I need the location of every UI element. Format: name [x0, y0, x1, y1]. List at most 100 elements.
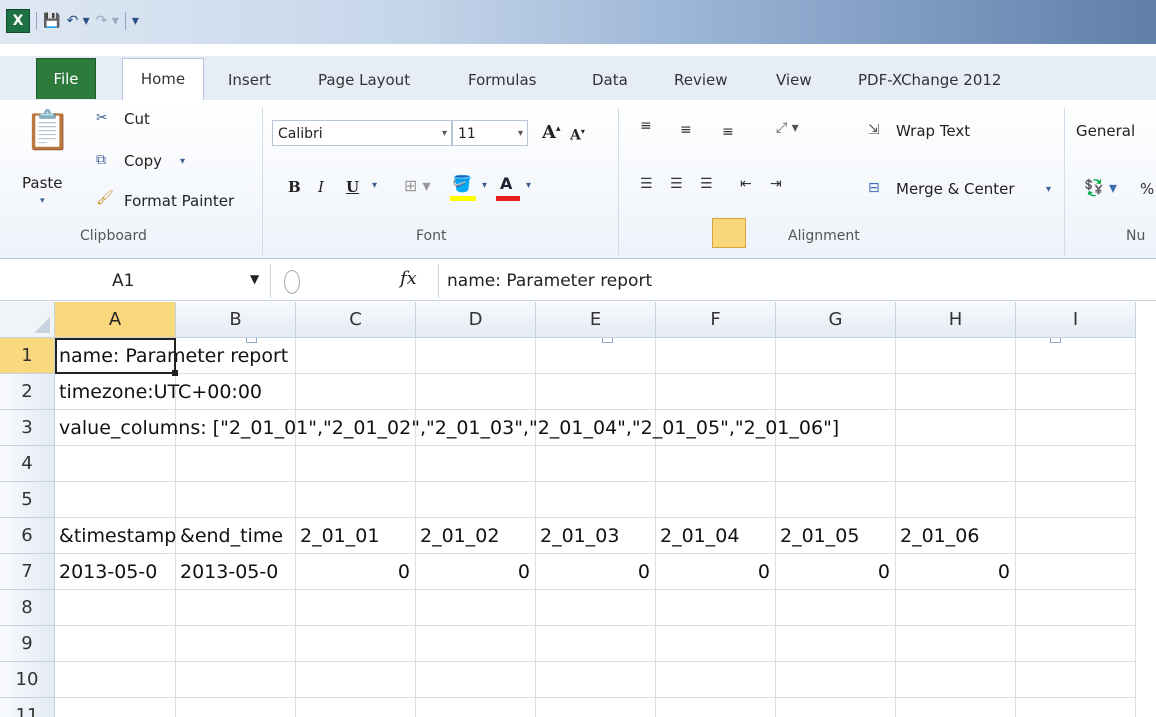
- cell[interactable]: [536, 626, 656, 662]
- column-header[interactable]: E: [536, 302, 656, 338]
- align-middle-icon[interactable]: ≡: [680, 122, 692, 138]
- cell[interactable]: [55, 482, 176, 518]
- cell[interactable]: [1016, 338, 1136, 374]
- cell[interactable]: [55, 662, 176, 698]
- font-size-combo[interactable]: 11 ▾: [452, 120, 528, 146]
- underline-button[interactable]: U: [346, 178, 359, 196]
- column-header[interactable]: D: [416, 302, 536, 338]
- cell[interactable]: [416, 698, 536, 717]
- cell[interactable]: [896, 338, 1016, 374]
- cell[interactable]: [896, 374, 1016, 410]
- cell[interactable]: [176, 590, 296, 626]
- excel-app-icon[interactable]: X: [6, 9, 30, 33]
- cell[interactable]: [656, 482, 776, 518]
- cell[interactable]: [896, 590, 1016, 626]
- cell[interactable]: [176, 662, 296, 698]
- merge-center-button[interactable]: Merge & Center: [896, 180, 1015, 198]
- cell[interactable]: [1016, 518, 1136, 554]
- cell[interactable]: [296, 698, 416, 717]
- shrink-font-icon[interactable]: A▾: [570, 126, 585, 144]
- row-header[interactable]: 1: [0, 338, 55, 374]
- undo-icon[interactable]: ↶ ▾: [66, 13, 89, 29]
- cell[interactable]: [296, 626, 416, 662]
- tab-view[interactable]: View: [776, 62, 812, 98]
- cell[interactable]: [656, 590, 776, 626]
- cell[interactable]: [416, 590, 536, 626]
- format-painter-button[interactable]: Format Painter: [124, 192, 234, 210]
- cell[interactable]: [296, 662, 416, 698]
- tab-review[interactable]: Review: [674, 62, 728, 98]
- cell[interactable]: [176, 446, 296, 482]
- cell[interactable]: [536, 590, 656, 626]
- cell[interactable]: [896, 446, 1016, 482]
- cell[interactable]: [776, 662, 896, 698]
- cell[interactable]: [416, 662, 536, 698]
- accounting-format-icon[interactable]: 💱 ▾: [1084, 178, 1117, 197]
- cell[interactable]: [416, 446, 536, 482]
- column-header[interactable]: G: [776, 302, 896, 338]
- number-format-combo[interactable]: General: [1076, 122, 1135, 140]
- cell[interactable]: [776, 698, 896, 717]
- orientation-icon[interactable]: ⤢ ▾: [776, 120, 799, 136]
- paste-icon[interactable]: 📋: [24, 108, 71, 153]
- align-left-icon[interactable]: ☰: [640, 176, 653, 192]
- cell[interactable]: [1016, 482, 1136, 518]
- merge-dropdown-icon[interactable]: ▾: [1046, 184, 1051, 195]
- copy-button[interactable]: Copy: [124, 152, 162, 170]
- cell[interactable]: [1016, 590, 1136, 626]
- spreadsheet-grid[interactable]: ABCDEFGHI 1 2 3 4 5 6 7 8 9 10 11 name: Parameter …: [0, 302, 1156, 717]
- cell[interactable]: [896, 698, 1016, 717]
- wrap-text-button[interactable]: Wrap Text: [896, 122, 970, 140]
- underline-dropdown-icon[interactable]: ▾: [372, 180, 377, 191]
- fill-handle[interactable]: [172, 370, 178, 376]
- select-all-corner[interactable]: [0, 302, 55, 338]
- row-header[interactable]: 2: [0, 374, 55, 410]
- cell[interactable]: [55, 446, 176, 482]
- borders-icon[interactable]: ⊞ ▾: [404, 176, 431, 195]
- cell[interactable]: [776, 482, 896, 518]
- row-header[interactable]: 7: [0, 554, 55, 590]
- column-header[interactable]: I: [1016, 302, 1136, 338]
- bold-button[interactable]: B: [288, 178, 301, 196]
- cell[interactable]: [1016, 446, 1136, 482]
- fill-color-icon[interactable]: 🪣: [452, 174, 472, 193]
- column-header[interactable]: B: [176, 302, 296, 338]
- cell[interactable]: [776, 590, 896, 626]
- cell[interactable]: [776, 626, 896, 662]
- tab-pdf-xchange[interactable]: PDF-XChange 2012: [858, 62, 1001, 98]
- row-header[interactable]: 4: [0, 446, 55, 482]
- cell[interactable]: [776, 338, 896, 374]
- cell[interactable]: [1016, 374, 1136, 410]
- cell[interactable]: [55, 626, 176, 662]
- row-header[interactable]: 9: [0, 626, 55, 662]
- cell[interactable]: [296, 482, 416, 518]
- percent-style-button[interactable]: %: [1140, 180, 1154, 198]
- grow-font-icon[interactable]: A▴: [542, 122, 561, 143]
- paste-dropdown-icon[interactable]: ▾: [40, 196, 45, 206]
- cell[interactable]: [536, 482, 656, 518]
- tab-data[interactable]: Data: [592, 62, 628, 98]
- cell[interactable]: [536, 698, 656, 717]
- align-bottom-button[interactable]: [712, 218, 746, 248]
- cell[interactable]: [656, 338, 776, 374]
- row-header[interactable]: 5: [0, 482, 55, 518]
- copy-dropdown-icon[interactable]: ▾: [180, 156, 185, 167]
- row-header[interactable]: 8: [0, 590, 55, 626]
- cell[interactable]: [1016, 626, 1136, 662]
- row-header[interactable]: 10: [0, 662, 55, 698]
- tab-formulas[interactable]: Formulas: [468, 62, 536, 98]
- increase-indent-icon[interactable]: ⇥: [770, 176, 782, 192]
- cell[interactable]: [656, 698, 776, 717]
- redo-icon[interactable]: ↷ ▾: [96, 13, 119, 29]
- cell[interactable]: [896, 626, 1016, 662]
- font-color-icon[interactable]: A: [500, 174, 512, 193]
- cell[interactable]: [776, 374, 896, 410]
- cell[interactable]: [176, 626, 296, 662]
- cell[interactable]: [536, 662, 656, 698]
- row-header[interactable]: 3: [0, 410, 55, 446]
- align-top-icon[interactable]: ≡: [640, 118, 652, 134]
- column-header[interactable]: A: [55, 302, 176, 338]
- cell[interactable]: [1016, 554, 1136, 590]
- cell[interactable]: [656, 626, 776, 662]
- cell[interactable]: [1016, 662, 1136, 698]
